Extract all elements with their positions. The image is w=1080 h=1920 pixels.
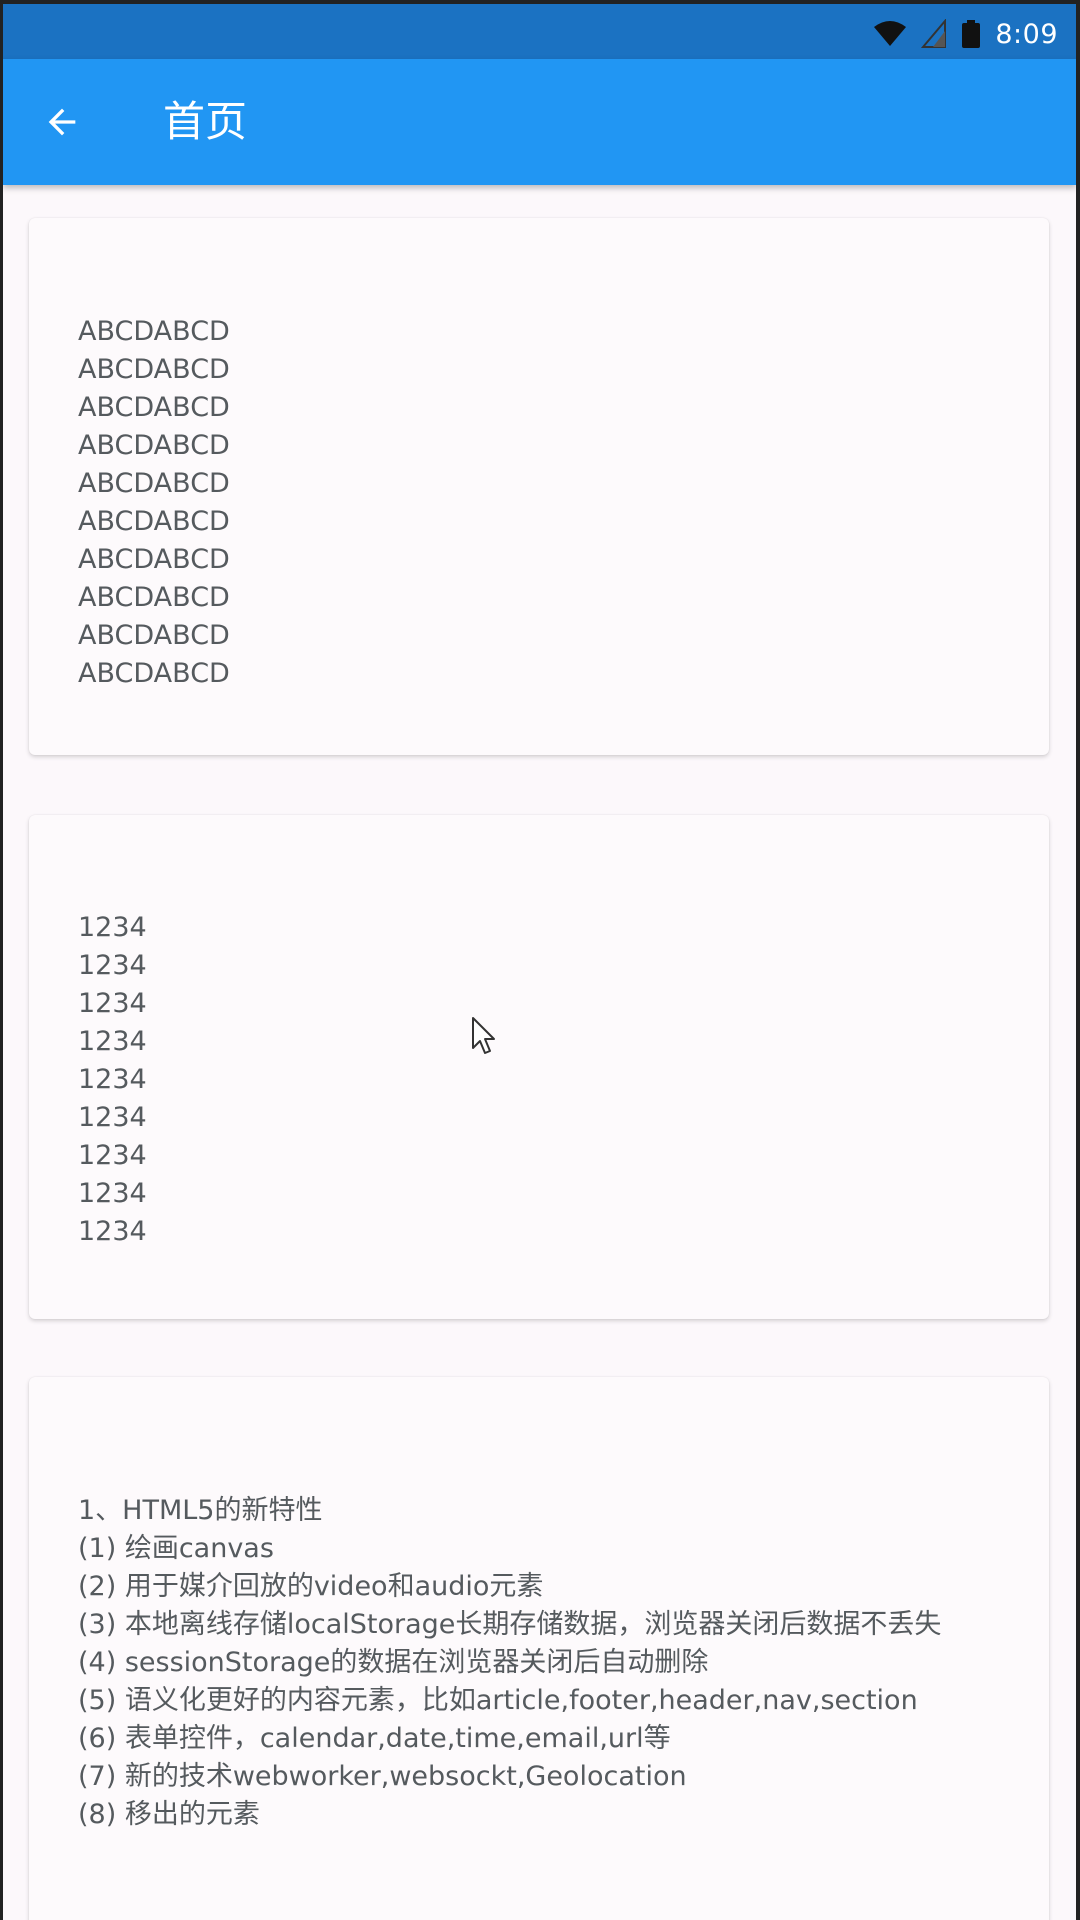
app-screen: 8:09 首页 ABCDABCD ABCDABCD ABCDABCD ABCDA… [0,0,1080,1920]
card-line: (8) 移出的元素 [78,1799,260,1830]
card-line: ABCDABCD [78,506,230,537]
card-line: (1) 绘画canvas [78,1533,274,1564]
card-line: ABCDABCD [78,658,230,689]
card-numbers: 1234 1234 1234 1234 1234 1234 1234 1234 … [29,815,1049,1319]
card-line: ABCDABCD [78,544,230,575]
card-line: (3) 本地离线存储localStorage长期存储数据，浏览器关闭后数据不丢失 [78,1609,942,1640]
card-html5-features: 1、HTML5的新特性 (1) 绘画canvas (2) 用于媒介回放的vide… [29,1377,1049,1920]
card-line: 1234 [78,950,147,981]
arrow-back-icon [48,108,76,136]
card-line: ABCDABCD [78,620,230,651]
card-line: 1234 [78,1216,147,1247]
status-time: 8:09 [995,18,1058,50]
battery-icon [962,20,981,48]
signal-icon [921,19,947,48]
wifi-icon [874,21,907,46]
card-line: 1234 [78,1178,147,1209]
card-line: (6) 表单控件，calendar,date,time,email,url等 [78,1723,671,1754]
card-line: ABCDABCD [78,582,230,613]
app-bar: 首页 [3,59,1076,185]
card-line: 1234 [78,1140,147,1171]
card-line: 1234 [78,1026,147,1057]
card-line: 1234 [78,1102,147,1133]
card-letters: ABCDABCD ABCDABCD ABCDABCD ABCDABCD ABCD… [29,218,1049,755]
card-line: 1234 [78,1064,147,1095]
card-line: (7) 新的技术webworker,websockt,Geolocation [78,1761,687,1792]
card-line: 1234 [78,912,147,943]
page-title: 首页 [163,97,248,146]
card-line: 1234 [78,988,147,1019]
card-line: (5) 语义化更好的内容元素，比如article,footer,header,n… [78,1685,918,1716]
back-button[interactable] [33,93,91,151]
card-line: ABCDABCD [78,316,230,347]
card-line: ABCDABCD [78,468,230,499]
card-line: ABCDABCD [78,430,230,461]
status-icons: 8:09 [873,14,1058,54]
status-bar: 8:09 [3,0,1076,59]
card-line: ABCDABCD [78,354,230,385]
card-line: 1、HTML5的新特性 [78,1495,323,1526]
mouse-pointer-icon [472,1017,495,1054]
card-line: (2) 用于媒介回放的video和audio元素 [78,1571,544,1602]
card-line: (4) sessionStorage的数据在浏览器关闭后自动删除 [78,1647,709,1678]
card-line: ABCDABCD [78,392,230,423]
